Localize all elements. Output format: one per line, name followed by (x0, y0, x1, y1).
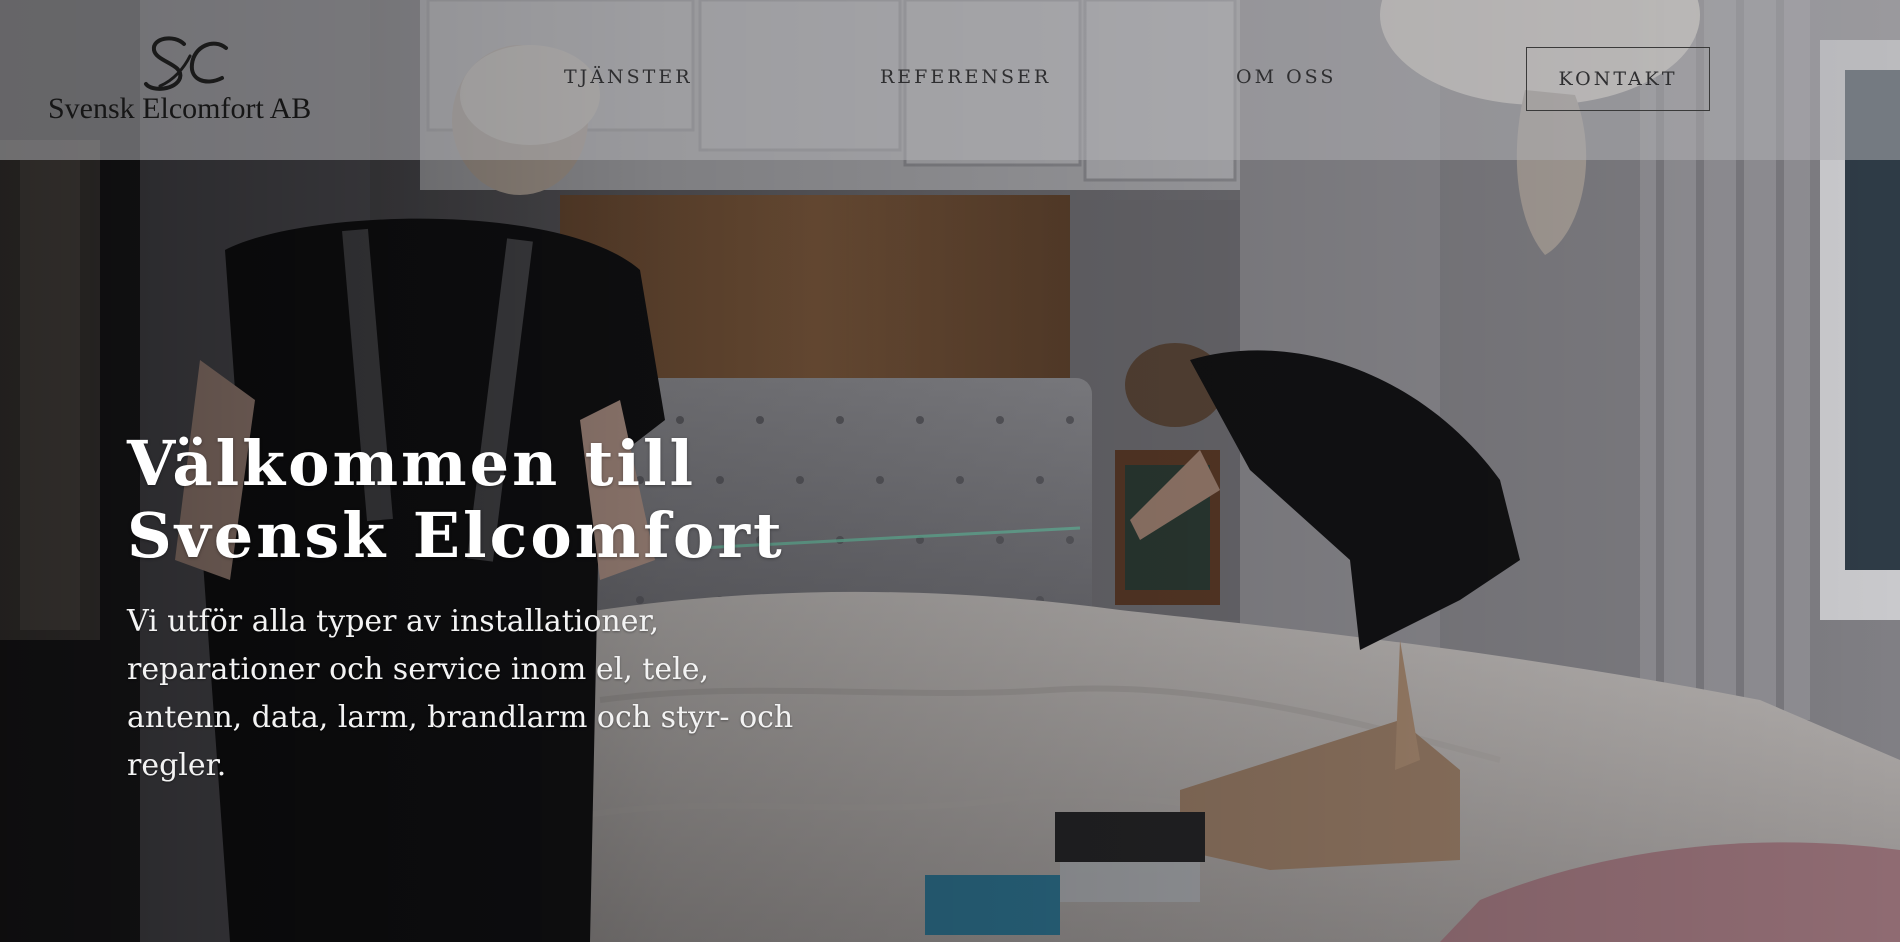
nav-link-tjanster[interactable]: TJÄNSTER (564, 66, 693, 88)
nav-link-om-oss[interactable]: OM OSS (1236, 66, 1336, 88)
hero-subtitle: Vi utför alla typer av installationer, r… (127, 604, 794, 783)
se-monogram-logo-icon (140, 34, 240, 96)
brand-name: Svensk Elcomfort AB (48, 92, 312, 125)
kontakt-button[interactable]: KONTAKT (1526, 47, 1710, 111)
nav-link-referenser[interactable]: REFERENSER (880, 66, 1051, 88)
page: Svensk Elcomfort AB TJÄNSTER REFERENSER … (0, 0, 1900, 942)
hero-title-line-1: Välkommen till (127, 427, 697, 500)
hero-title: Välkommen till Svensk Elcomfort (127, 428, 827, 572)
brand-logo-link[interactable]: Svensk Elcomfort AB (48, 34, 328, 130)
site-header: Svensk Elcomfort AB TJÄNSTER REFERENSER … (0, 0, 1900, 160)
hero-title-line-2: Svensk Elcomfort (127, 499, 785, 572)
